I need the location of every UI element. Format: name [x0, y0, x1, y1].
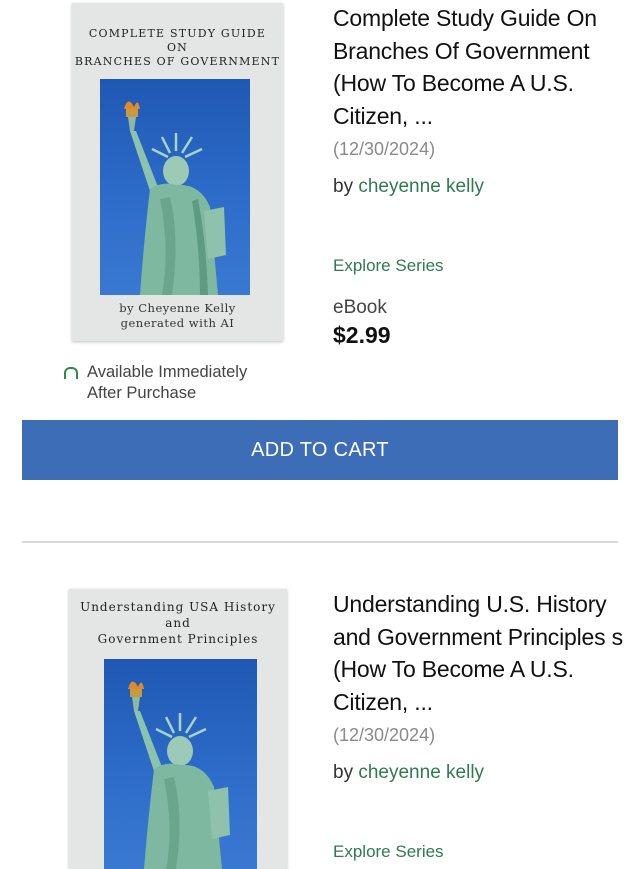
cover-author: by Cheyenne Kelly generated with AI	[119, 301, 236, 330]
product-card: Understanding USA History and Government…	[0, 586, 640, 869]
book-title[interactable]: Understanding U.S. History and Governmen…	[333, 588, 623, 718]
explore-series-link[interactable]: Explore Series	[333, 256, 444, 276]
byline: by cheyenne kelly	[333, 762, 484, 784]
book-title[interactable]: Complete Study Guide On Branches Of Gove…	[333, 2, 623, 132]
add-to-cart-button[interactable]: ADD TO CART	[22, 420, 618, 480]
cover-title: COMPLETE STUDY GUIDE ON BRANCHES OF GOVE…	[74, 27, 281, 68]
statue-of-liberty-image	[104, 659, 257, 869]
author-link[interactable]: cheyenne kelly	[358, 176, 484, 197]
book-cover[interactable]: COMPLETE STUDY GUIDE ON BRANCHES OF GOVE…	[72, 3, 283, 341]
format-label: eBook	[333, 297, 387, 318]
byline-prefix: by	[333, 762, 359, 783]
product-card: COMPLETE STUDY GUIDE ON BRANCHES OF GOVE…	[0, 0, 640, 500]
explore-series-link[interactable]: Explore Series	[333, 842, 444, 862]
byline: by cheyenne kelly	[333, 176, 484, 198]
author-link[interactable]: cheyenne kelly	[358, 762, 484, 783]
arc-icon	[64, 367, 78, 379]
byline-prefix: by	[333, 176, 359, 197]
book-cover[interactable]: Understanding USA History and Government…	[69, 589, 287, 869]
divider	[22, 541, 618, 543]
availability-text: Available Immediately After Purchase	[87, 363, 248, 402]
statue-of-liberty-image	[100, 79, 250, 295]
publish-date: (12/30/2024)	[333, 725, 436, 745]
price: $2.99	[333, 322, 391, 348]
cover-title: Understanding USA History and Government…	[80, 600, 276, 646]
publish-date: (12/30/2024)	[333, 139, 436, 159]
